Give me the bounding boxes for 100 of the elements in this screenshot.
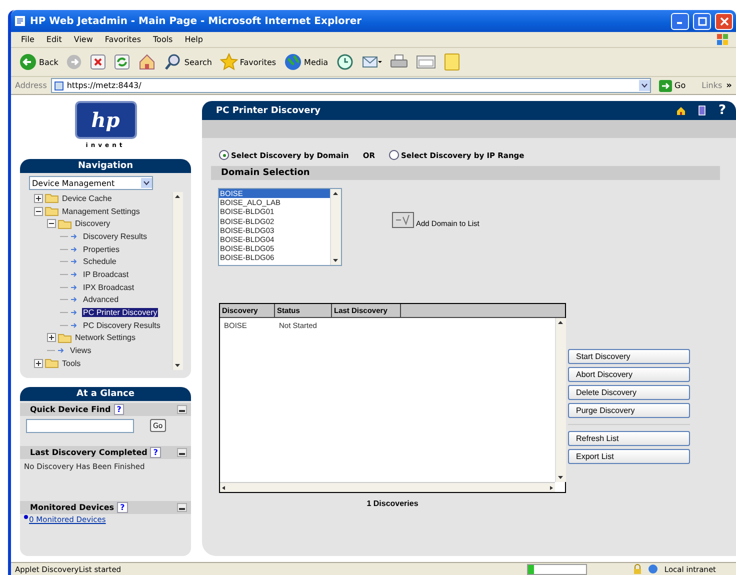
section-header: Domain Selection: [211, 166, 720, 180]
toolbar-button[interactable]: Favorites: [218, 53, 278, 71]
action-button[interactable]: Export List: [568, 449, 690, 464]
minimize-button[interactable]: [177, 448, 187, 457]
action-button[interactable]: Purge Discovery: [568, 403, 690, 418]
tree-item[interactable]: IP Broadcast: [82, 270, 130, 279]
help-icon[interactable]: ?: [114, 404, 124, 415]
device-find-field[interactable]: [26, 419, 134, 433]
menu-item[interactable]: File: [15, 35, 40, 44]
menu-item[interactable]: Favorites: [98, 35, 148, 44]
panel-title: At a Glance: [20, 387, 191, 401]
menu-item[interactable]: View: [68, 35, 99, 44]
address-label: Address: [15, 81, 47, 90]
minimize-button[interactable]: [177, 503, 187, 512]
window-title: HP Web Jetadmin - Main Page - Microsoft Internet Explorer: [30, 16, 363, 26]
home-icon: [138, 53, 156, 71]
tree-item[interactable]: Advanced: [82, 295, 120, 304]
tree-item[interactable]: IPX Broadcast: [82, 282, 136, 292]
minimize-icon: [179, 410, 185, 413]
menu-item[interactable]: Help: [178, 35, 209, 44]
tree-item[interactable]: Discovery: [74, 219, 112, 228]
folder-icon: [45, 206, 59, 216]
search-icon: [164, 53, 182, 71]
bullet-icon: [24, 515, 28, 519]
dropdown-icon: [638, 80, 650, 91]
section-title: Monitored Devices: [30, 503, 114, 512]
tree-item[interactable]: PC Discovery Results: [82, 320, 162, 330]
minimize-button[interactable]: [177, 405, 187, 414]
action-button[interactable]: Abort Discovery: [568, 367, 690, 382]
folder-icon: [58, 218, 72, 229]
panel-title: PC Printer Discovery: [216, 106, 322, 116]
toolbar-button[interactable]: Back: [17, 53, 60, 71]
menu-item[interactable]: Tools: [147, 35, 179, 44]
help-icon[interactable]: ?: [718, 103, 726, 118]
go-arrow-icon: [658, 80, 672, 92]
scrollbar[interactable]: [555, 318, 566, 482]
section-title: Last Discovery Completed: [30, 448, 148, 457]
globe-icon: [648, 564, 658, 574]
tree-item[interactable]: Properties: [82, 244, 120, 254]
dropdown-icon: [141, 178, 152, 188]
tree-item[interactable]: Discovery Results: [82, 232, 148, 241]
tree-item[interactable]: Schedule: [82, 257, 118, 266]
address-field[interactable]: https://metz:8443/: [50, 78, 651, 93]
lock-icon: [633, 564, 642, 574]
help-icon[interactable]: ?: [117, 502, 128, 513]
horizontal-scrollbar[interactable]: [220, 482, 555, 492]
tree-item[interactable]: Device Cache: [61, 194, 113, 203]
discovery-count: 1 Discoveries: [366, 499, 418, 508]
tree-item[interactable]: Management Settings: [61, 206, 141, 216]
stop-icon: [90, 54, 106, 70]
section-title: Quick Device Find: [30, 405, 111, 414]
action-button[interactable]: Delete Discovery: [568, 385, 690, 400]
action-button[interactable]: Start Discovery: [568, 349, 690, 364]
minimize-icon: [179, 508, 185, 511]
clock-icon: [336, 53, 354, 71]
view-select[interactable]: Device Management: [29, 176, 153, 190]
toolbar-button[interactable]: [88, 54, 108, 70]
links-label[interactable]: Links: [702, 81, 722, 90]
folder-icon: [45, 358, 59, 368]
help-icon[interactable]: ?: [150, 447, 162, 458]
folder-icon: [45, 193, 59, 204]
toolbar-button[interactable]: [414, 54, 438, 70]
toolbar-button[interactable]: [360, 54, 384, 70]
scrollbar[interactable]: [330, 189, 341, 265]
toolbar-button[interactable]: Media: [282, 53, 330, 71]
toolbar-button[interactable]: [112, 54, 132, 70]
home-icon: [676, 106, 686, 116]
scroll-left-icon: [220, 484, 228, 492]
toolbar-button[interactable]: Search: [162, 53, 214, 71]
toolbar-button[interactable]: [388, 54, 410, 70]
scrollbar[interactable]: [172, 192, 183, 370]
panel-title: Navigation: [20, 159, 191, 173]
scroll-right-icon: [547, 484, 555, 492]
list-add-icon: [392, 212, 414, 228]
close-button[interactable]: [715, 12, 733, 30]
tree-item[interactable]: Tools: [61, 358, 82, 368]
tree-item[interactable]: Views: [69, 346, 92, 356]
close-icon: [720, 16, 728, 26]
page-icon: [54, 80, 64, 90]
more-chevron[interactable]: »: [726, 80, 732, 90]
tree-item[interactable]: PC Printer Discovery: [82, 308, 158, 318]
note-icon: [444, 53, 460, 71]
book-icon: [698, 105, 706, 116]
star-icon: [220, 53, 238, 71]
progress-bar: [527, 564, 588, 574]
menu-item[interactable]: Edit: [40, 35, 68, 44]
printer-icon: [390, 54, 408, 70]
maximize-icon: [698, 16, 706, 26]
action-button[interactable]: Refresh List: [568, 431, 690, 446]
windows-logo-icon: [716, 33, 730, 46]
folder-icon: [58, 332, 72, 343]
logo: hp: [74, 101, 136, 139]
window-icon: [416, 54, 436, 70]
go-button[interactable]: Go: [654, 80, 690, 92]
maximize-button[interactable]: [693, 12, 711, 30]
ie-page-icon: [14, 15, 26, 27]
envelope-icon: [362, 54, 382, 70]
minimize-icon: [179, 453, 185, 456]
globe-icon: [284, 53, 302, 71]
tree-item[interactable]: Network Settings: [74, 333, 136, 342]
